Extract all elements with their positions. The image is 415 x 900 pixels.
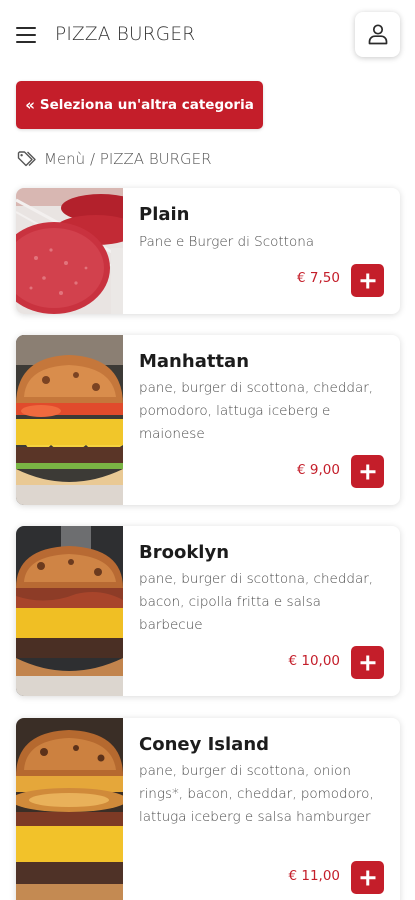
add-to-cart-button[interactable] xyxy=(351,861,384,894)
product-card-plain[interactable]: Plain Pane e Burger di Scottona € 7,50 xyxy=(16,188,400,314)
app-header: PIZZA BURGER xyxy=(0,0,415,72)
select-category-label: Seleziona un'altra categoria xyxy=(39,97,254,113)
product-price: € 7,50 xyxy=(297,270,340,286)
product-name: Coney Island xyxy=(139,734,270,755)
account-button[interactable] xyxy=(355,12,400,57)
product-price: € 9,00 xyxy=(297,462,340,478)
add-to-cart-button[interactable] xyxy=(351,455,384,488)
product-image-coney-island xyxy=(16,718,123,900)
product-description: pane, burger di scottona, cheddar, pomod… xyxy=(139,380,374,442)
product-image-manhattan xyxy=(16,335,123,505)
product-name: Plain xyxy=(139,204,190,225)
product-price: € 11,00 xyxy=(288,868,340,884)
product-description: pane, burger di scottona, onion rings*, … xyxy=(139,763,374,825)
breadcrumb-text: Menù / PIZZA BURGER xyxy=(44,150,212,168)
add-to-cart-button[interactable] xyxy=(351,264,384,297)
breadcrumb: Menù / PIZZA BURGER xyxy=(17,149,212,169)
product-description: pane, burger di scottona, cheddar, bacon… xyxy=(139,571,374,633)
product-image-brooklyn xyxy=(16,526,123,696)
product-description: Pane e Burger di Scottona xyxy=(139,234,315,250)
product-name: Manhattan xyxy=(139,351,250,372)
product-card-manhattan[interactable]: Manhattan pane, burger di scottona, ched… xyxy=(16,335,400,505)
add-to-cart-button[interactable] xyxy=(351,646,384,679)
page-title: PIZZA BURGER xyxy=(55,24,196,45)
hamburger-menu-icon[interactable] xyxy=(16,27,36,44)
user-icon xyxy=(368,24,388,45)
double-chevron-left-icon: « xyxy=(25,95,35,114)
product-price: € 10,00 xyxy=(288,653,340,669)
product-card-coney-island[interactable]: Coney Island pane, burger di scottona, o… xyxy=(16,718,400,900)
select-category-button[interactable]: « Seleziona un'altra categoria xyxy=(16,81,263,129)
product-name: Brooklyn xyxy=(139,542,230,563)
product-card-brooklyn[interactable]: Brooklyn pane, burger di scottona, chedd… xyxy=(16,526,400,696)
tags-icon xyxy=(17,151,36,167)
product-image-plain xyxy=(16,188,123,314)
